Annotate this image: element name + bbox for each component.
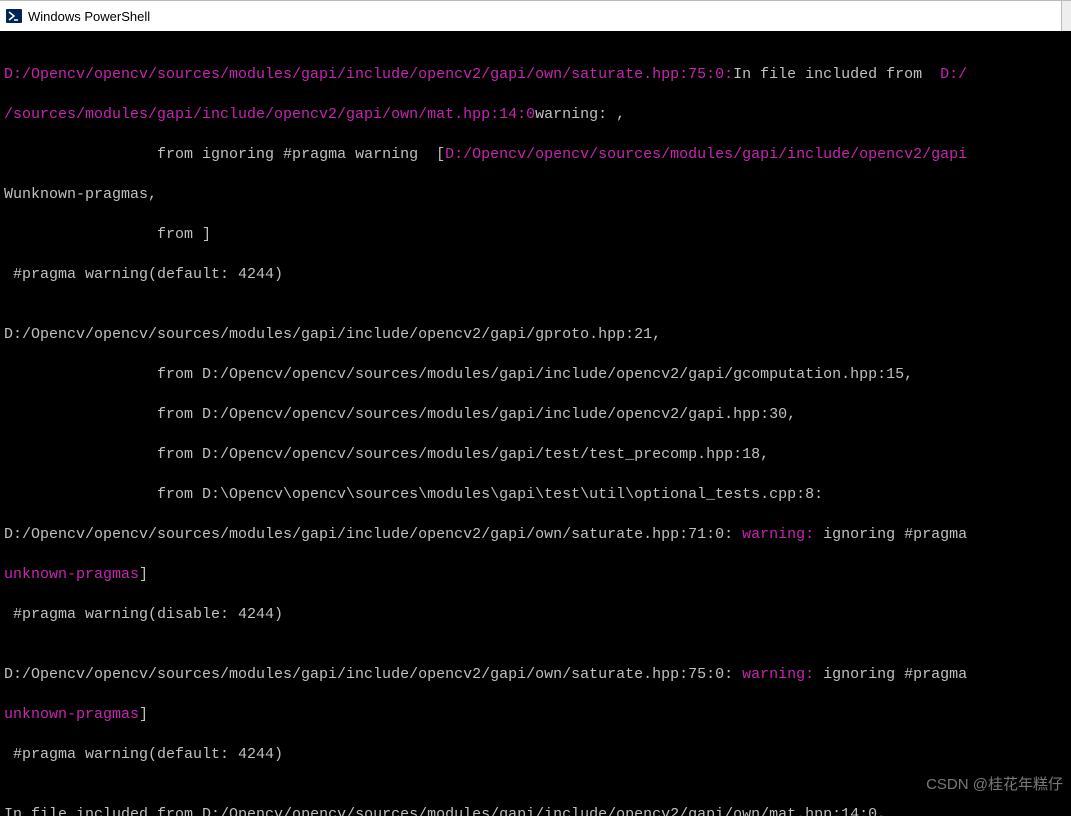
output: #pragma warning(default: 4244) xyxy=(4,266,283,283)
output: ignoring #pragma xyxy=(823,526,967,543)
powershell-icon xyxy=(6,8,22,24)
output: D:/Opencv/opencv/sources/modules/gapi/in… xyxy=(4,526,742,543)
watermark: CSDN @桂花年糕仔 xyxy=(926,773,1063,794)
output: D:/Opencv/opencv/sources/modules/gapi/in… xyxy=(4,326,661,343)
output: D:/ xyxy=(940,66,967,83)
output: ] xyxy=(139,706,148,723)
output: In file included from xyxy=(4,806,202,816)
output: ignoring #pragma xyxy=(823,666,967,683)
warning-label: warning: xyxy=(742,666,823,683)
output: #pragma warning(default: 4244) xyxy=(4,746,283,763)
window-title: Windows PowerShell xyxy=(28,9,150,24)
output: ] xyxy=(139,566,148,583)
output: D:/Opencv/opencv/sources/modules/gapi/in… xyxy=(202,806,886,816)
output: from D:/Opencv/opencv/sources/modules/ga… xyxy=(4,406,796,423)
window-edge xyxy=(1061,1,1071,31)
output: from D:\Opencv\opencv\sources\modules\ga… xyxy=(4,486,823,503)
warning-label: warning: xyxy=(742,526,823,543)
output: D:/Opencv/opencv/sources/modules/gapi/in… xyxy=(4,66,733,83)
output: from D:/Opencv/opencv/sources/modules/ga… xyxy=(4,446,769,463)
output: D:/Opencv/opencv/sources/modules/gapi/in… xyxy=(445,146,967,163)
output: from ] xyxy=(4,226,211,243)
output: unknown-pragmas xyxy=(4,706,139,723)
title-bar[interactable]: Windows PowerShell xyxy=(0,0,1071,31)
output: /sources/modules/gapi/include/opencv2/ga… xyxy=(4,106,535,123)
output: Wunknown-pragmas, xyxy=(4,186,157,203)
output: In file included from xyxy=(733,66,940,83)
terminal-output[interactable]: D:/Opencv/opencv/sources/modules/gapi/in… xyxy=(0,31,1071,816)
output: ignoring #pragma warning [ xyxy=(202,146,445,163)
output: #pragma warning(disable: 4244) xyxy=(4,606,283,623)
output: unknown-pragmas xyxy=(4,566,139,583)
output: D:/Opencv/opencv/sources/modules/gapi/in… xyxy=(4,666,742,683)
output: from D:/Opencv/opencv/sources/modules/ga… xyxy=(4,366,913,383)
output: from xyxy=(4,146,202,163)
output: warning: , xyxy=(535,106,625,123)
